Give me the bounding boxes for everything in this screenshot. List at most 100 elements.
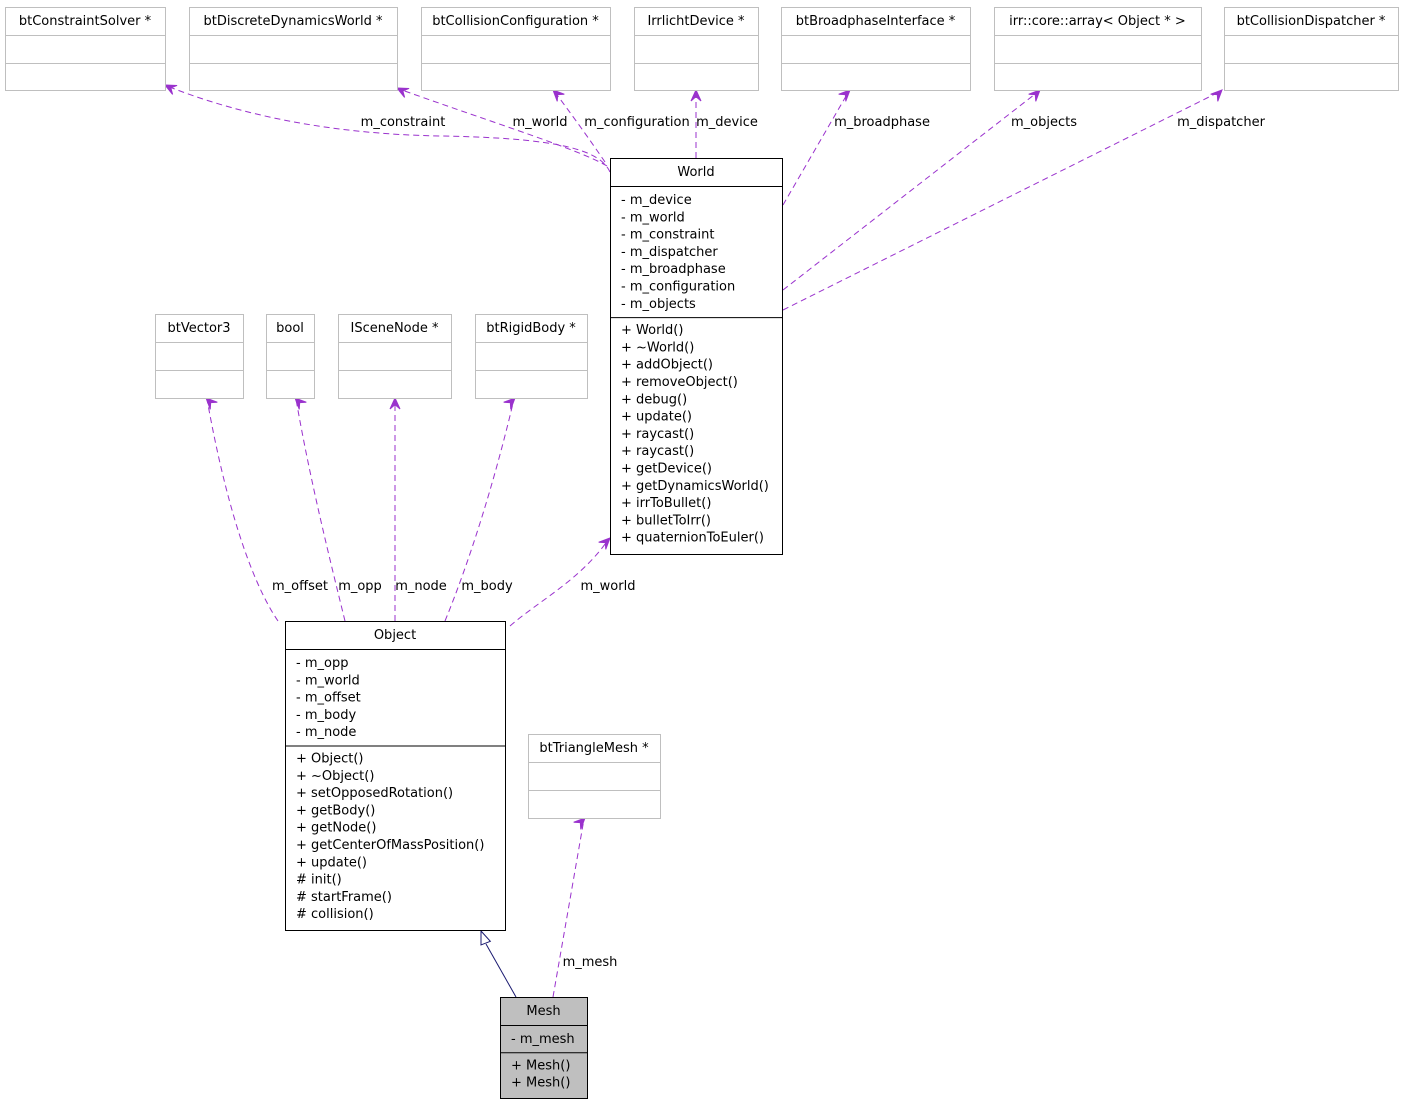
usage-line xyxy=(552,818,585,998)
class-name: btBroadphaseInterface * xyxy=(796,14,956,29)
inheritance-line xyxy=(485,943,517,998)
arrowhead-icon xyxy=(163,84,178,95)
method: + ~World() xyxy=(621,340,694,355)
class-bttrianglemesh[interactable]: btTriangleMesh * xyxy=(528,734,661,819)
class-name: btDiscreteDynamicsWorld * xyxy=(203,14,383,29)
arrowhead-icon xyxy=(1210,89,1223,102)
method: + raycast() xyxy=(621,427,694,442)
class-iscenenode[interactable]: ISceneNode * xyxy=(338,314,452,399)
edge-label: m_world xyxy=(513,115,568,130)
edge-label: m_opp xyxy=(338,579,382,594)
edge-label: m_node xyxy=(395,579,447,594)
method: + debug() xyxy=(621,392,687,407)
edge-label: m_constraint xyxy=(361,115,446,130)
nodes-layer: btConstraintSolver * btDiscreteDynamicsWo… xyxy=(5,7,1399,1099)
class-name: Object xyxy=(374,628,416,643)
arrowhead-icon xyxy=(294,397,307,410)
class-btcollisionconfiguration[interactable]: btCollisionConfiguration * xyxy=(421,7,611,91)
edge-mesh-object xyxy=(480,929,517,998)
method: # startFrame() xyxy=(296,890,392,905)
attribute: - m_body xyxy=(296,708,356,723)
edge-label: m_world xyxy=(581,579,636,594)
edge-mesh-bttrianglemesh: m_mesh xyxy=(552,817,617,998)
edge-label: m_objects xyxy=(1011,115,1077,130)
class-btconstraintsolver[interactable]: btConstraintSolver * xyxy=(5,7,166,91)
class-name: btCollisionDispatcher * xyxy=(1237,14,1386,29)
method: + update() xyxy=(621,410,692,425)
attribute: - m_world xyxy=(296,673,360,688)
class-name: ISceneNode * xyxy=(350,321,439,336)
class-name: IrrlichtDevice * xyxy=(647,14,745,29)
class-name: World xyxy=(677,165,714,180)
method: + removeObject() xyxy=(621,375,738,390)
edge-world-objectarray: m_objects xyxy=(782,89,1077,291)
class-btvector3[interactable]: btVector3 xyxy=(155,314,244,399)
method: + irrToBullet() xyxy=(621,496,711,511)
class-btdiscretedynamicsworld[interactable]: btDiscreteDynamicsWorld * xyxy=(189,7,398,91)
class-name: btTriangleMesh * xyxy=(539,741,649,756)
arrowhead-icon xyxy=(552,89,565,102)
class-irrlichtdevice[interactable]: IrrlichtDevice * xyxy=(634,7,759,91)
method: + ~Object() xyxy=(296,769,374,784)
edge-world-btcollisionconfiguration: m_configuration xyxy=(552,89,690,163)
class-name: btVector3 xyxy=(167,321,230,336)
class-name: btRigidBody * xyxy=(486,321,576,336)
usage-line xyxy=(206,398,279,622)
method: + World() xyxy=(621,323,683,338)
edge-label: m_offset xyxy=(272,579,328,594)
edge-object-btvector3: m_offset xyxy=(205,397,328,622)
arrowhead-icon xyxy=(503,397,516,410)
method: # collision() xyxy=(296,907,374,922)
attribute: - m_node xyxy=(296,725,356,740)
usage-line xyxy=(782,90,850,206)
method: + addObject() xyxy=(621,358,713,373)
attribute: - m_configuration xyxy=(621,280,735,295)
class-name: irr::core::array< Object * > xyxy=(1009,14,1186,29)
inheritance-arrowhead-icon xyxy=(480,929,492,946)
attribute: - m_opp xyxy=(296,656,348,671)
arrowhead-icon xyxy=(690,88,702,102)
method: + bulletToIrr() xyxy=(621,513,711,528)
attribute: - m_offset xyxy=(296,691,361,706)
edge-label: m_body xyxy=(461,579,513,594)
method: + quaternionToEuler() xyxy=(621,531,764,546)
class-name: btCollisionConfiguration * xyxy=(432,14,599,29)
class-object[interactable]: Object - m_opp - m_world - m_offset - m_body… xyxy=(285,621,506,931)
class-btrigidbody[interactable]: btRigidBody * xyxy=(475,314,588,399)
edge-object-iscenenode: m_node xyxy=(389,396,447,621)
method: + getBody() xyxy=(296,803,375,818)
attribute: - m_constraint xyxy=(621,228,714,243)
attribute: - m_dispatcher xyxy=(621,245,718,260)
edge-world-irrlichtdevice: m_device xyxy=(690,88,758,158)
class-diagram: m_constraint m_world m_configuration m_devi… xyxy=(5,7,1399,1099)
arrowhead-icon xyxy=(598,537,611,550)
edge-label: m_broadphase xyxy=(834,115,930,130)
attribute: - m_mesh xyxy=(511,1032,575,1047)
attribute: - m_broadphase xyxy=(621,262,726,277)
class-btbroadphaseinterface[interactable]: btBroadphaseInterface * xyxy=(781,7,971,91)
class-mesh[interactable]: Mesh - m_mesh + Mesh() + Mesh() xyxy=(500,997,588,1099)
method: + update() xyxy=(296,855,367,870)
arrowhead-icon xyxy=(205,397,218,410)
class-objectarray[interactable]: irr::core::array< Object * > xyxy=(994,7,1202,91)
class-btcollisiondispatcher[interactable]: btCollisionDispatcher * xyxy=(1224,7,1399,91)
method: + setOpposedRotation() xyxy=(296,786,453,801)
method: + Mesh() xyxy=(511,1076,570,1091)
edge-world-btbroadphaseinterface: m_broadphase xyxy=(782,89,930,206)
method: + getDevice() xyxy=(621,462,712,477)
class-name: btConstraintSolver * xyxy=(19,14,152,29)
attribute: - m_objects xyxy=(621,297,696,312)
edge-label: m_dispatcher xyxy=(1177,115,1266,130)
arrowhead-icon xyxy=(1028,89,1041,102)
edge-label: m_configuration xyxy=(584,115,689,130)
edge-label: m_device xyxy=(696,115,758,130)
arrowhead-icon xyxy=(573,817,586,830)
edge-object-btrigidbody: m_body xyxy=(444,397,516,622)
method: + getCenterOfMassPosition() xyxy=(296,838,484,853)
arrowhead-icon xyxy=(395,87,410,98)
method: + getDynamicsWorld() xyxy=(621,479,769,494)
class-name: bool xyxy=(276,321,304,336)
class-name: Mesh xyxy=(526,1004,560,1019)
class-world[interactable]: World - m_device - m_world - m_constraint - … xyxy=(610,158,783,555)
class-bool[interactable]: bool xyxy=(266,314,315,399)
